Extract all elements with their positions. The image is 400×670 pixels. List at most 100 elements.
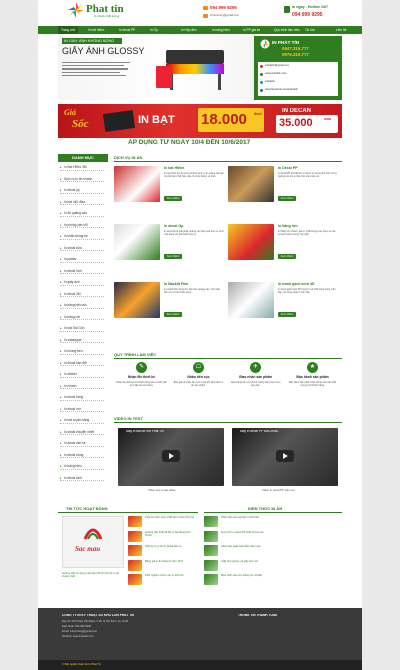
service-image[interactable] — [114, 166, 160, 202]
hero-banner[interactable]: IN GIẤY ẢNH KHÔNG BÓNG GIẤY ẢNH GLOSSY I… — [58, 36, 342, 100]
header-phone[interactable]: 094 999 9295 — [210, 5, 237, 10]
service-image[interactable] — [114, 282, 160, 318]
knowledge-thumb[interactable] — [204, 530, 218, 542]
footer-email[interactable]: Email: infoprinting@gmail.com — [62, 630, 97, 633]
sidebar-item[interactable]: In decal bóng — [60, 394, 104, 401]
hero-contact3[interactable]: inphattin — [265, 80, 275, 83]
service-image[interactable] — [228, 282, 274, 318]
news-item[interactable]: Kinh nghiệm chọn máy in khổ lớn — [145, 574, 197, 584]
header-email[interactable]: infoprinting@gmail.com — [210, 14, 239, 17]
news-thumb[interactable] — [128, 545, 142, 556]
footer-phone[interactable]: Điện thoại: 094 999 9295 — [62, 625, 91, 628]
sidebar-item[interactable]: In khẩu thông tin — [60, 233, 104, 240]
news-thumb[interactable] — [128, 559, 142, 571]
knowledge-thumb[interactable] — [204, 545, 218, 556]
service-title[interactable]: In Backlit Film — [164, 282, 226, 286]
service-image[interactable] — [228, 224, 274, 260]
service-more-button[interactable]: Xem thêm — [278, 312, 296, 317]
sidebar-item[interactable]: In decal bàn đổi — [60, 360, 104, 366]
sidebar-item[interactable]: Dịch vụ in ấn nhanh — [60, 176, 104, 182]
news-thumb[interactable] — [128, 516, 142, 527]
sidebar-item[interactable]: In decal trong — [60, 452, 104, 458]
news-thumb[interactable] — [128, 574, 142, 585]
hero-contact1[interactable]: inphattin@gmail.com — [265, 64, 289, 67]
play-button-icon[interactable] — [276, 450, 294, 462]
sidebar-item[interactable]: In sticker — [60, 371, 104, 378]
sidebar-item[interactable]: In decal mờ — [60, 406, 104, 412]
knowledge-thumb[interactable] — [204, 516, 218, 527]
news-featured-image[interactable]: Sac mau — [62, 516, 124, 568]
sidebar-title: DANH MỤC — [72, 156, 94, 160]
sidebar-item[interactable]: In bảng hiệu alu — [60, 302, 104, 309]
sidebar-item[interactable]: In decal sữa — [60, 245, 104, 251]
sidebar-item[interactable]: In bảng hiệu — [60, 463, 104, 470]
service-image[interactable] — [228, 166, 274, 202]
knowledge-item[interactable]: Giấy ảnh glossy và giấy ảnh mờ — [221, 560, 339, 570]
service-more-button[interactable]: Xem thêm — [278, 196, 296, 201]
nav-item[interactable]: In Hộp đèn — [178, 26, 200, 34]
sidebar-item[interactable]: In decal 3M — [60, 291, 104, 297]
nav-item[interactable]: In bạt hiflex — [85, 26, 107, 34]
sidebar-item[interactable]: In băng rôn — [60, 314, 104, 320]
news-featured-caption[interactable]: Hướng dẫn sử dụng mã màu CMYK cho file i… — [62, 572, 126, 582]
hero-box-phone2[interactable]: 0976.319.777 — [282, 52, 309, 57]
knowledge-item[interactable]: Mẹo phối màu cho băng rôn nổi bật — [221, 574, 339, 584]
nav-item[interactable]: Trang chủ — [58, 26, 79, 34]
sidebar-item[interactable]: In Bạt Hiflex 3M — [60, 164, 104, 171]
service-title[interactable]: In bạt Hiflex — [164, 166, 226, 170]
sidebar-item[interactable]: In bạt Sài Gòn — [60, 325, 104, 332]
nav-item[interactable]: In Ốp — [147, 26, 161, 34]
hero-contact4[interactable]: www.facebook.com/inphattin — [265, 88, 298, 91]
service-title[interactable]: In tranh gạch kính 3D — [278, 282, 340, 286]
play-button-icon[interactable] — [162, 450, 180, 462]
sidebar-item[interactable]: In bạt 440 đậm — [60, 199, 104, 205]
knowledge-thumb[interactable] — [204, 574, 218, 585]
service-title[interactable]: In băng rôn — [278, 224, 340, 228]
nav-item[interactable]: Liên hệ — [333, 26, 349, 34]
sidebar-item[interactable]: In phông cán nổi — [60, 222, 104, 228]
sidebar-item[interactable]: In decal chuyển nhiệt — [60, 429, 104, 435]
service-image[interactable] — [114, 224, 160, 260]
sidebar-item[interactable]: In catalogue — [60, 337, 104, 343]
service-more-button[interactable]: Xem thêm — [164, 312, 182, 317]
news-item[interactable]: Hướng dẫn thiết kế file in bạt đúng kích… — [145, 531, 197, 541]
sidebar-item[interactable]: In decal kính — [60, 475, 104, 481]
service-more-button[interactable]: Xem thêm — [164, 254, 182, 259]
sidebar-item[interactable]: In decal pp — [60, 187, 104, 194]
nav-item[interactable]: Tin tức — [302, 26, 318, 34]
nav-item[interactable]: In PP giả ké — [240, 26, 263, 34]
service-title[interactable]: In decal Ốp — [164, 224, 226, 228]
knowledge-item[interactable]: Cách bảo quản bạt hiflex bền màu — [221, 545, 339, 555]
service-more-button[interactable]: Xem thêm — [278, 254, 296, 259]
logo-icon[interactable] — [68, 2, 84, 18]
knowledge-item[interactable]: Phân biệt các loại bạt in phổ biến — [221, 516, 339, 526]
sidebar-item[interactable]: In decal dán xe — [60, 440, 104, 447]
video-player[interactable]: Máy in bạt bờ hơi Phát Tín — [118, 428, 224, 486]
sidebar-item[interactable]: In giấy ảnh — [60, 279, 104, 286]
service-more-button[interactable]: Xem thêm — [164, 196, 182, 201]
sidebar-item[interactable]: In khung treo — [60, 348, 104, 355]
nav-item[interactable]: Quy trình làm việc — [271, 26, 303, 34]
hero-contact2[interactable]: www.inphattin.com — [265, 72, 287, 75]
nav-item[interactable]: In bảng hiệu — [209, 26, 233, 34]
news-item[interactable]: Chia sẻ cách chọn chất liệu in bạt phù h… — [145, 516, 197, 526]
news-item[interactable]: Bảng giá in ấn tháng 6 năm 2017 — [145, 560, 197, 570]
nav-item[interactable]: In decal PP — [116, 26, 138, 34]
knowledge-thumb[interactable] — [204, 559, 218, 571]
service-title[interactable]: In Decal PP — [278, 166, 340, 170]
sidebar-item[interactable]: In decal lưới — [60, 268, 104, 274]
sidebar-item[interactable]: In poster — [60, 256, 104, 263]
hero-line2: GIẤY ẢNH GLOSSY — [62, 46, 145, 56]
hero-box-phone1[interactable]: 0947.319.777 — [282, 46, 309, 51]
promo-price1: 18.000 — [201, 111, 247, 128]
promo-banner[interactable]: Giá Sốc IN BẠT 18.000 đ/m2 IN DECAN 35.0… — [58, 104, 342, 148]
sidebar-item[interactable]: In ấn quảng cáo — [60, 210, 104, 217]
sidebar-item[interactable]: In nhanh — [60, 383, 104, 389]
news-item[interactable]: Những lưu ý khi in decal dán xe — [145, 545, 197, 555]
hotline-number[interactable]: 094 999 9295 — [292, 12, 323, 18]
knowledge-item[interactable]: Quy trình in decal PP chất lượng cao — [221, 531, 339, 541]
video-player[interactable]: Máy in decal PP MACHINE — [232, 428, 338, 486]
footer-web[interactable]: Website: www.inphattin.com — [62, 635, 94, 638]
sidebar-item[interactable]: In bạt xuyên sáng — [60, 417, 104, 424]
news-thumb[interactable] — [128, 530, 142, 542]
